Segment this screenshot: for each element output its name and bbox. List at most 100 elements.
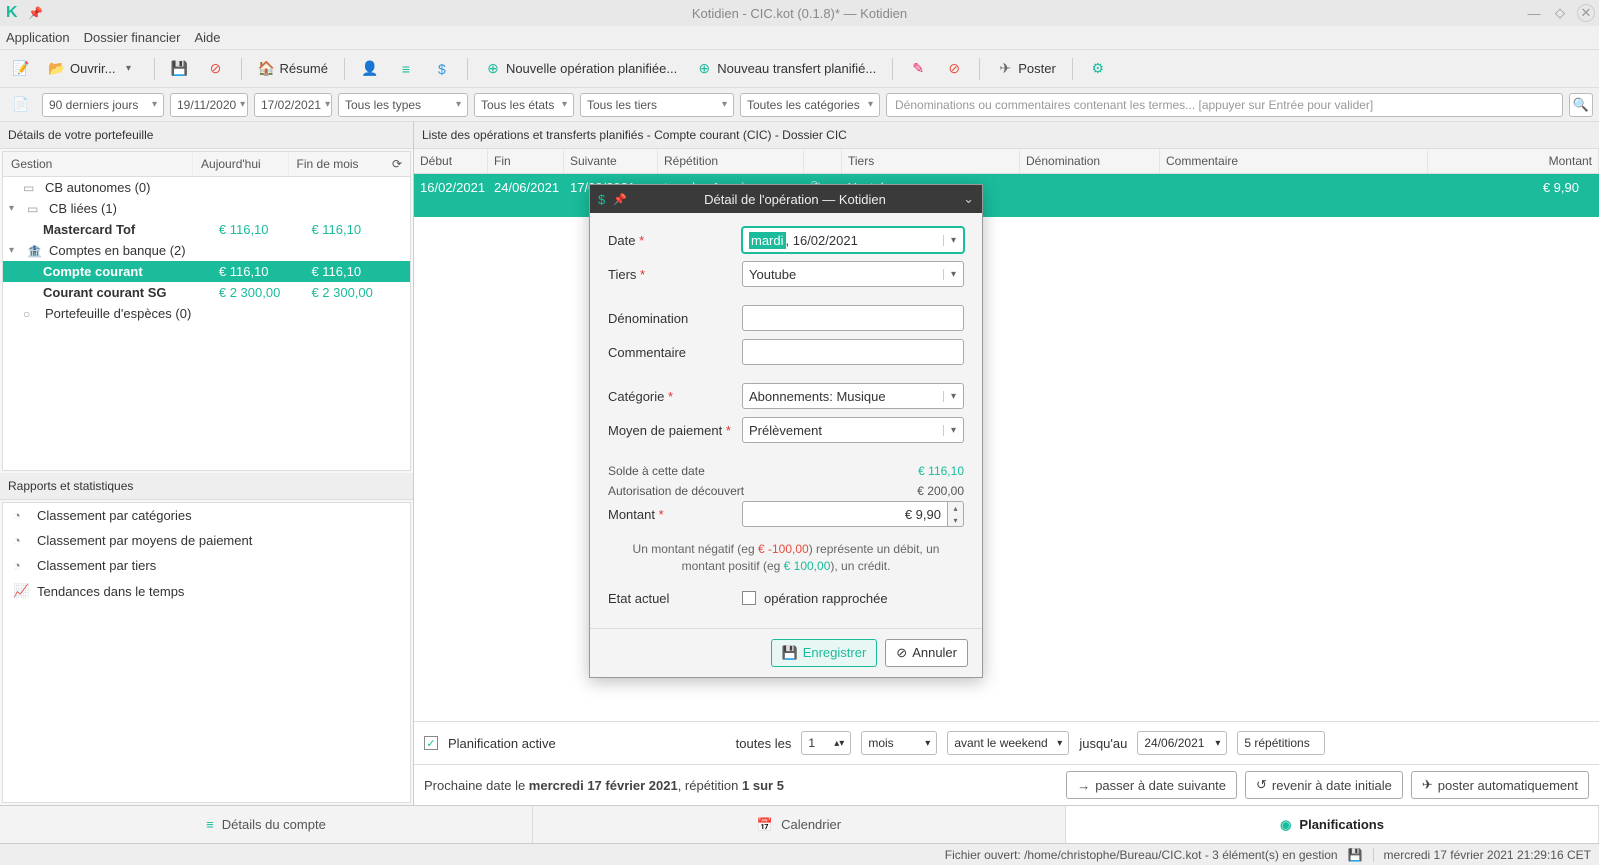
plan-bar: ✓ Planification active toutes les 1▴▾ mo… xyxy=(414,721,1599,765)
amount-up-icon[interactable]: ▴ xyxy=(948,502,963,514)
tiers-input[interactable]: Youtube▾ xyxy=(742,261,964,287)
col-tiers[interactable]: Tiers xyxy=(842,149,1020,173)
col-today[interactable]: Aujourd'hui xyxy=(193,152,288,176)
col-debut[interactable]: Début xyxy=(414,149,488,173)
amount-label: Montant * xyxy=(608,507,742,522)
close-icon[interactable]: ✕ xyxy=(1577,4,1595,22)
operation-detail-dialog: $ 📌 Détail de l'opération — Kotidien ⌄ D… xyxy=(589,184,983,678)
col-comm[interactable]: Commentaire xyxy=(1160,149,1428,173)
menu-dossier[interactable]: Dossier financier xyxy=(84,30,181,45)
new-planned-op-button[interactable]: ⊕Nouvelle opération planifiée... xyxy=(478,56,683,82)
comment-input[interactable] xyxy=(742,339,964,365)
reconciled-checkbox[interactable] xyxy=(742,591,756,605)
col-montant[interactable]: Montant xyxy=(1428,149,1599,173)
dialog-pin-icon[interactable]: 📌 xyxy=(613,193,627,206)
tree-especes[interactable]: ○Portefeuille d'espèces (0) xyxy=(3,303,410,324)
edit-icon[interactable]: ✎ xyxy=(903,56,933,82)
search-button[interactable]: 🔍 xyxy=(1569,93,1593,117)
repetitions-input[interactable]: 5 répétitions xyxy=(1237,731,1325,755)
tree-comptes[interactable]: ▾🏦Comptes en banque (2) xyxy=(3,240,410,261)
dialog-expand-icon[interactable]: ⌄ xyxy=(963,191,974,207)
main-toolbar: 📝 📂Ouvrir...▾ 💾 ⊘ 🏠Résumé 👤 ≡ $ ⊕Nouvell… xyxy=(0,50,1599,88)
delete-icon[interactable]: ⊘ xyxy=(939,56,969,82)
tree-cb-liees[interactable]: ▾▭CB liées (1) xyxy=(3,198,410,219)
payment-input[interactable]: Prélèvement▾ xyxy=(742,417,964,443)
denom-input[interactable] xyxy=(742,305,964,331)
col-denom[interactable]: Dénomination xyxy=(1020,149,1160,173)
new-planned-transfer-button[interactable]: ⊕Nouveau transfert planifié... xyxy=(689,56,882,82)
filter-toolbar: 📄 90 derniers jours▾ 19/11/2020▾ 17/02/2… xyxy=(0,88,1599,122)
col-gestion[interactable]: Gestion xyxy=(3,152,193,176)
next-date-button[interactable]: →passer à date suivante xyxy=(1066,771,1237,799)
reset-date-button[interactable]: ↺revenir à date initiale xyxy=(1245,771,1403,799)
tree-courant-sg[interactable]: Courant courant SG € 2 300,00 € 2 300,00 xyxy=(3,282,410,303)
tab-details[interactable]: ≡Détails du compte xyxy=(0,806,533,843)
clear-button[interactable]: ⊘ xyxy=(201,56,231,82)
report-trends[interactable]: 📈Tendances dans le temps xyxy=(3,578,410,604)
repeat-when-combo[interactable]: avant le weekend▾ xyxy=(947,731,1069,755)
resume-button[interactable]: 🏠Résumé xyxy=(252,56,334,82)
menu-application[interactable]: Application xyxy=(6,30,70,45)
repeat-count-input[interactable]: 1▴▾ xyxy=(801,731,851,755)
menubar: Application Dossier financier Aide xyxy=(0,26,1599,50)
denom-label: Dénomination xyxy=(608,311,742,326)
payment-icon[interactable]: $ xyxy=(427,56,457,82)
amount-input[interactable]: € 9,90 xyxy=(742,501,948,527)
report-payments[interactable]: ◔Classement par moyens de paiement xyxy=(3,528,410,553)
date-label: Date * xyxy=(608,233,742,248)
search-input[interactable]: Dénominations ou commentaires contenant … xyxy=(886,93,1563,117)
col-suiv[interactable]: Suivante xyxy=(564,149,658,173)
dialog-icon: $ xyxy=(598,192,605,207)
amount-down-icon[interactable]: ▾ xyxy=(948,514,963,526)
tab-calendar[interactable]: 📅Calendrier xyxy=(533,806,1066,843)
cancel-button[interactable]: ⊘Annuler xyxy=(885,639,968,667)
plan-active-checkbox[interactable]: ✓ xyxy=(424,736,438,750)
save-icon: 💾 xyxy=(782,645,798,661)
reconciled-label: opération rapprochée xyxy=(764,591,888,606)
state-label: Etat actuel xyxy=(608,591,742,606)
new-doc-button[interactable]: 📝 xyxy=(6,56,36,82)
report-tiers[interactable]: ◔Classement par tiers xyxy=(3,553,410,578)
tiers-combo[interactable]: Tous les tiers▾ xyxy=(580,93,734,117)
refresh-icon[interactable]: ⟳ xyxy=(384,152,410,176)
minimize-icon[interactable]: — xyxy=(1525,4,1543,22)
date-input[interactable]: mardi, 16/02/2021 ▾ xyxy=(742,227,964,253)
list-icon: ≡ xyxy=(206,817,214,832)
tiers-label: Tiers * xyxy=(608,267,742,282)
categories-combo[interactable]: Toutes les catégories▾ xyxy=(740,93,880,117)
window-title: Kotidien - CIC.kot (0.1.8)* — Kotidien xyxy=(692,6,907,21)
repeat-unit-combo[interactable]: mois▾ xyxy=(861,731,937,755)
auto-post-button[interactable]: ✈poster automatiquement xyxy=(1411,771,1589,799)
states-combo[interactable]: Tous les états▾ xyxy=(474,93,574,117)
date-from-input[interactable]: 19/11/2020▾ xyxy=(170,93,248,117)
settings-icon[interactable]: ⚙ xyxy=(1083,56,1113,82)
reset-filter-icon[interactable]: 📄 xyxy=(6,92,36,118)
status-time: mercredi 17 février 2021 21:29:16 CET xyxy=(1384,848,1591,862)
tree-cb-autonomes[interactable]: ▭CB autonomes (0) xyxy=(3,177,410,198)
date-to-input[interactable]: 17/02/2021▾ xyxy=(254,93,332,117)
post-button[interactable]: ✈Poster xyxy=(990,56,1062,82)
save-button[interactable]: 💾Enregistrer xyxy=(771,639,878,667)
save-status-icon: 💾 xyxy=(1348,848,1363,862)
tree-compte-courant[interactable]: Compte courant € 116,10 € 116,10 xyxy=(3,261,410,282)
col-rep[interactable]: Répétition xyxy=(658,149,804,173)
tab-planifications[interactable]: ◉Planifications xyxy=(1066,806,1599,843)
types-combo[interactable]: Tous les types▾ xyxy=(338,93,468,117)
col-eom[interactable]: Fin de mois xyxy=(289,152,384,176)
end-date-input[interactable]: 24/06/2021▾ xyxy=(1137,731,1227,755)
tree-mastercard[interactable]: Mastercard Tof € 116,10 € 116,10 xyxy=(3,219,410,240)
arrow-right-icon: → xyxy=(1077,778,1090,793)
next-date-text: Prochaine date le mercredi 17 février 20… xyxy=(424,778,784,793)
col-fin[interactable]: Fin xyxy=(488,149,564,173)
period-combo[interactable]: 90 derniers jours▾ xyxy=(42,93,164,117)
menu-aide[interactable]: Aide xyxy=(194,30,220,45)
category-input[interactable]: Abonnements: Musique▾ xyxy=(742,383,964,409)
open-button[interactable]: 📂Ouvrir...▾ xyxy=(42,56,144,82)
report-categories[interactable]: ◔Classement par catégories xyxy=(3,503,410,528)
pin-icon[interactable]: 📌 xyxy=(28,6,43,20)
overdraft-value: € 200,00 xyxy=(917,484,964,498)
save-button[interactable]: 💾 xyxy=(165,56,195,82)
categories-icon[interactable]: ≡ xyxy=(391,56,421,82)
user-icon[interactable]: 👤 xyxy=(355,56,385,82)
maximize-icon[interactable]: ◇ xyxy=(1551,4,1569,22)
